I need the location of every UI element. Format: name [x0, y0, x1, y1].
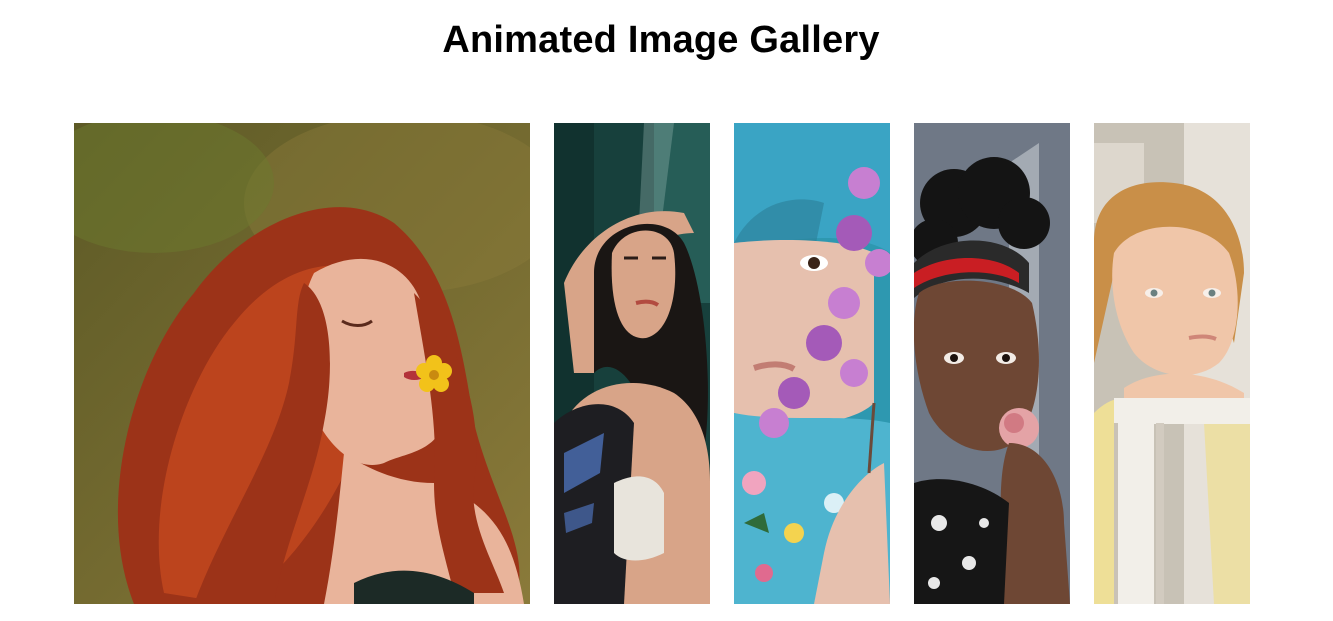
gallery-image-2[interactable]	[554, 123, 710, 604]
portrait-image	[734, 123, 890, 604]
portrait-image	[74, 123, 530, 604]
portrait-image	[1094, 123, 1250, 604]
image-gallery	[74, 123, 1250, 604]
page: Animated Image Gallery	[0, 0, 1333, 621]
gallery-image-1[interactable]	[74, 123, 530, 604]
gallery-image-5[interactable]	[1094, 123, 1250, 604]
portrait-image	[914, 123, 1070, 604]
portrait-image	[554, 123, 710, 604]
gallery-image-3[interactable]	[734, 123, 890, 604]
page-title: Animated Image Gallery	[442, 19, 880, 61]
gallery-image-4[interactable]	[914, 123, 1070, 604]
